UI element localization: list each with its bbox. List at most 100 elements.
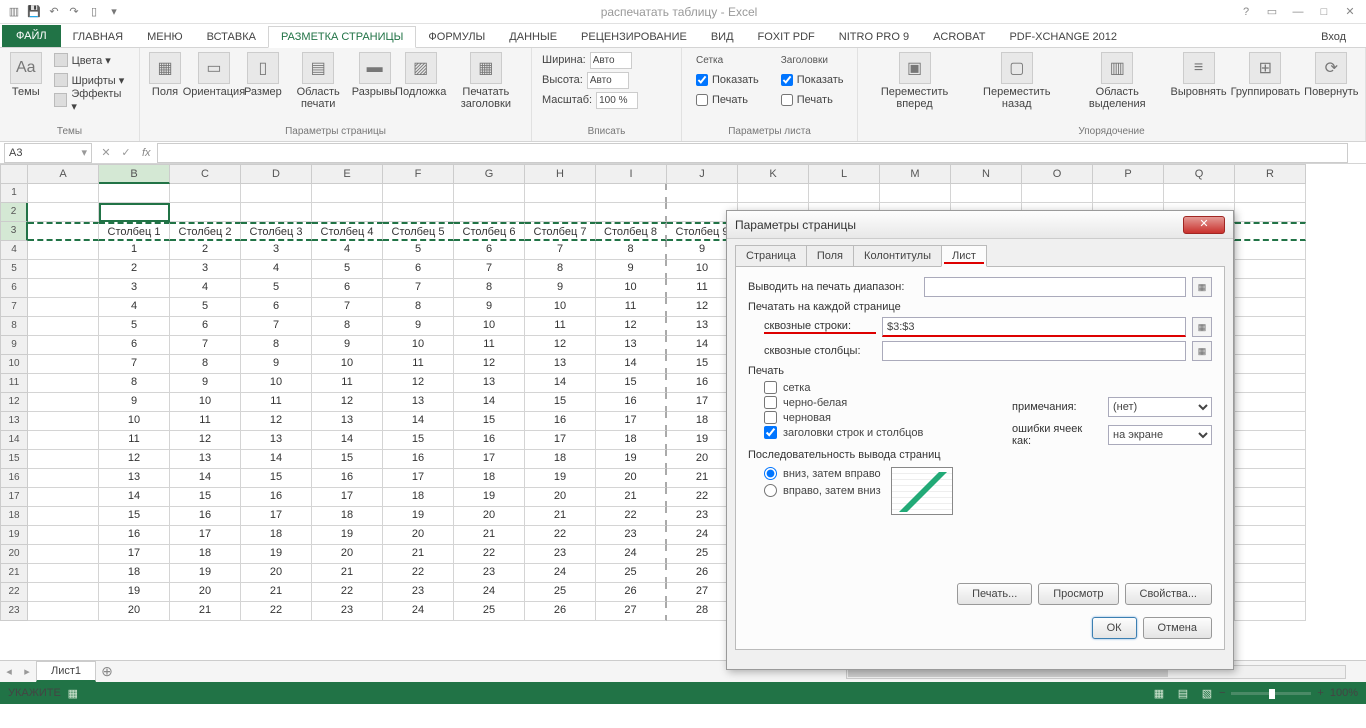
row-header-23[interactable]: 23: [0, 602, 28, 621]
cell[interactable]: 21: [170, 602, 241, 621]
cell[interactable]: 25: [596, 564, 667, 583]
cell[interactable]: 6: [383, 260, 454, 279]
cell[interactable]: 15: [170, 488, 241, 507]
group-button[interactable]: ⊞Группировать: [1231, 50, 1300, 100]
cell[interactable]: 10: [383, 336, 454, 355]
col-header-P[interactable]: P: [1093, 164, 1164, 184]
cell[interactable]: [1235, 184, 1306, 203]
cell[interactable]: 18: [170, 545, 241, 564]
cell[interactable]: 23: [312, 602, 383, 621]
tab-file[interactable]: ФАЙЛ: [2, 25, 61, 47]
row-header-4[interactable]: 4: [0, 241, 28, 260]
row-header-19[interactable]: 19: [0, 526, 28, 545]
cell[interactable]: 12: [525, 336, 596, 355]
cell[interactable]: 17: [170, 526, 241, 545]
cell[interactable]: 18: [241, 526, 312, 545]
cell[interactable]: 9: [525, 279, 596, 298]
cell[interactable]: 14: [454, 393, 525, 412]
save-icon[interactable]: 💾: [24, 2, 44, 22]
tab-foxit[interactable]: Foxit PDF: [746, 27, 827, 47]
cell[interactable]: 22: [383, 564, 454, 583]
sign-in-link[interactable]: Вход: [1301, 27, 1366, 47]
cell[interactable]: 24: [525, 564, 596, 583]
cell[interactable]: [28, 526, 99, 545]
cell[interactable]: 13: [170, 450, 241, 469]
cell[interactable]: 19: [596, 450, 667, 469]
col-header-O[interactable]: O: [1022, 164, 1093, 184]
row-header-8[interactable]: 8: [0, 317, 28, 336]
cell[interactable]: 8: [312, 317, 383, 336]
tab-pdfx[interactable]: PDF-XChange 2012: [997, 27, 1129, 47]
notes-select[interactable]: (нет): [1108, 397, 1212, 417]
new-icon[interactable]: ▯: [84, 2, 104, 22]
cell[interactable]: 16: [525, 412, 596, 431]
cell[interactable]: 16: [241, 488, 312, 507]
cell[interactable]: 10: [241, 374, 312, 393]
cell[interactable]: 17: [454, 450, 525, 469]
cell[interactable]: [28, 564, 99, 583]
row-header-16[interactable]: 16: [0, 469, 28, 488]
cell[interactable]: [1235, 336, 1306, 355]
cell[interactable]: [1235, 393, 1306, 412]
fx-icon[interactable]: fx: [136, 147, 157, 159]
row-header-12[interactable]: 12: [0, 393, 28, 412]
dialog-tab-headerfooter[interactable]: Колонтитулы: [853, 245, 942, 267]
repeat-rows-picker-icon[interactable]: ▦: [1192, 317, 1212, 337]
preview-button[interactable]: Просмотр: [1038, 583, 1118, 605]
headings-show-check[interactable]: [781, 74, 793, 86]
tab-menu[interactable]: Меню: [135, 27, 195, 47]
cell[interactable]: 17: [99, 545, 170, 564]
cell[interactable]: [1235, 488, 1306, 507]
col-header-N[interactable]: N: [951, 164, 1022, 184]
cell[interactable]: 20: [383, 526, 454, 545]
tab-formulas[interactable]: ФОРМУЛЫ: [416, 27, 497, 47]
cell[interactable]: [1235, 298, 1306, 317]
cell[interactable]: 23: [525, 545, 596, 564]
cell[interactable]: [28, 412, 99, 431]
print-gridlines-check[interactable]: [764, 381, 777, 394]
col-header-G[interactable]: G: [454, 164, 525, 184]
cell[interactable]: 21: [596, 488, 667, 507]
cell[interactable]: 4: [99, 298, 170, 317]
cell[interactable]: [454, 203, 525, 222]
fit-width-input[interactable]: [590, 52, 632, 69]
cell[interactable]: [28, 241, 99, 260]
cell[interactable]: [1235, 260, 1306, 279]
row-header-14[interactable]: 14: [0, 431, 28, 450]
add-sheet-icon[interactable]: ⊕: [96, 663, 118, 680]
cell[interactable]: 19: [525, 469, 596, 488]
cell[interactable]: 9: [454, 298, 525, 317]
print-area-button[interactable]: ▤Область печати: [286, 50, 351, 112]
orientation-button[interactable]: ▭Ориентация: [188, 50, 240, 100]
cell[interactable]: 22: [241, 602, 312, 621]
row-header-2[interactable]: 2: [0, 203, 28, 222]
cell[interactable]: 12: [312, 393, 383, 412]
dialog-tab-sheet[interactable]: Лист: [941, 245, 987, 267]
cell[interactable]: 19: [454, 488, 525, 507]
col-header-C[interactable]: C: [170, 164, 241, 184]
help-icon[interactable]: ?: [1234, 2, 1258, 22]
cell[interactable]: 20: [525, 488, 596, 507]
print-rowcol-check[interactable]: [764, 426, 777, 439]
cancel-button[interactable]: Отмена: [1143, 617, 1212, 639]
cell[interactable]: [880, 184, 951, 203]
cell[interactable]: [525, 203, 596, 222]
excel-icon[interactable]: ▥: [4, 2, 24, 22]
cell[interactable]: 10: [525, 298, 596, 317]
cell[interactable]: [170, 184, 241, 203]
cell[interactable]: [28, 260, 99, 279]
cell[interactable]: 9: [312, 336, 383, 355]
cell[interactable]: [596, 203, 667, 222]
cell[interactable]: [1235, 317, 1306, 336]
cell[interactable]: 14: [596, 355, 667, 374]
cell[interactable]: 6: [170, 317, 241, 336]
cell[interactable]: [1235, 545, 1306, 564]
cell[interactable]: [454, 184, 525, 203]
cell[interactable]: Столбец 8: [596, 222, 667, 241]
cell[interactable]: [1235, 431, 1306, 450]
cell[interactable]: 24: [454, 583, 525, 602]
align-button[interactable]: ≡Выровнять: [1170, 50, 1227, 100]
gridlines-show-check[interactable]: [696, 74, 708, 86]
cell[interactable]: 12: [99, 450, 170, 469]
cell[interactable]: 17: [596, 412, 667, 431]
